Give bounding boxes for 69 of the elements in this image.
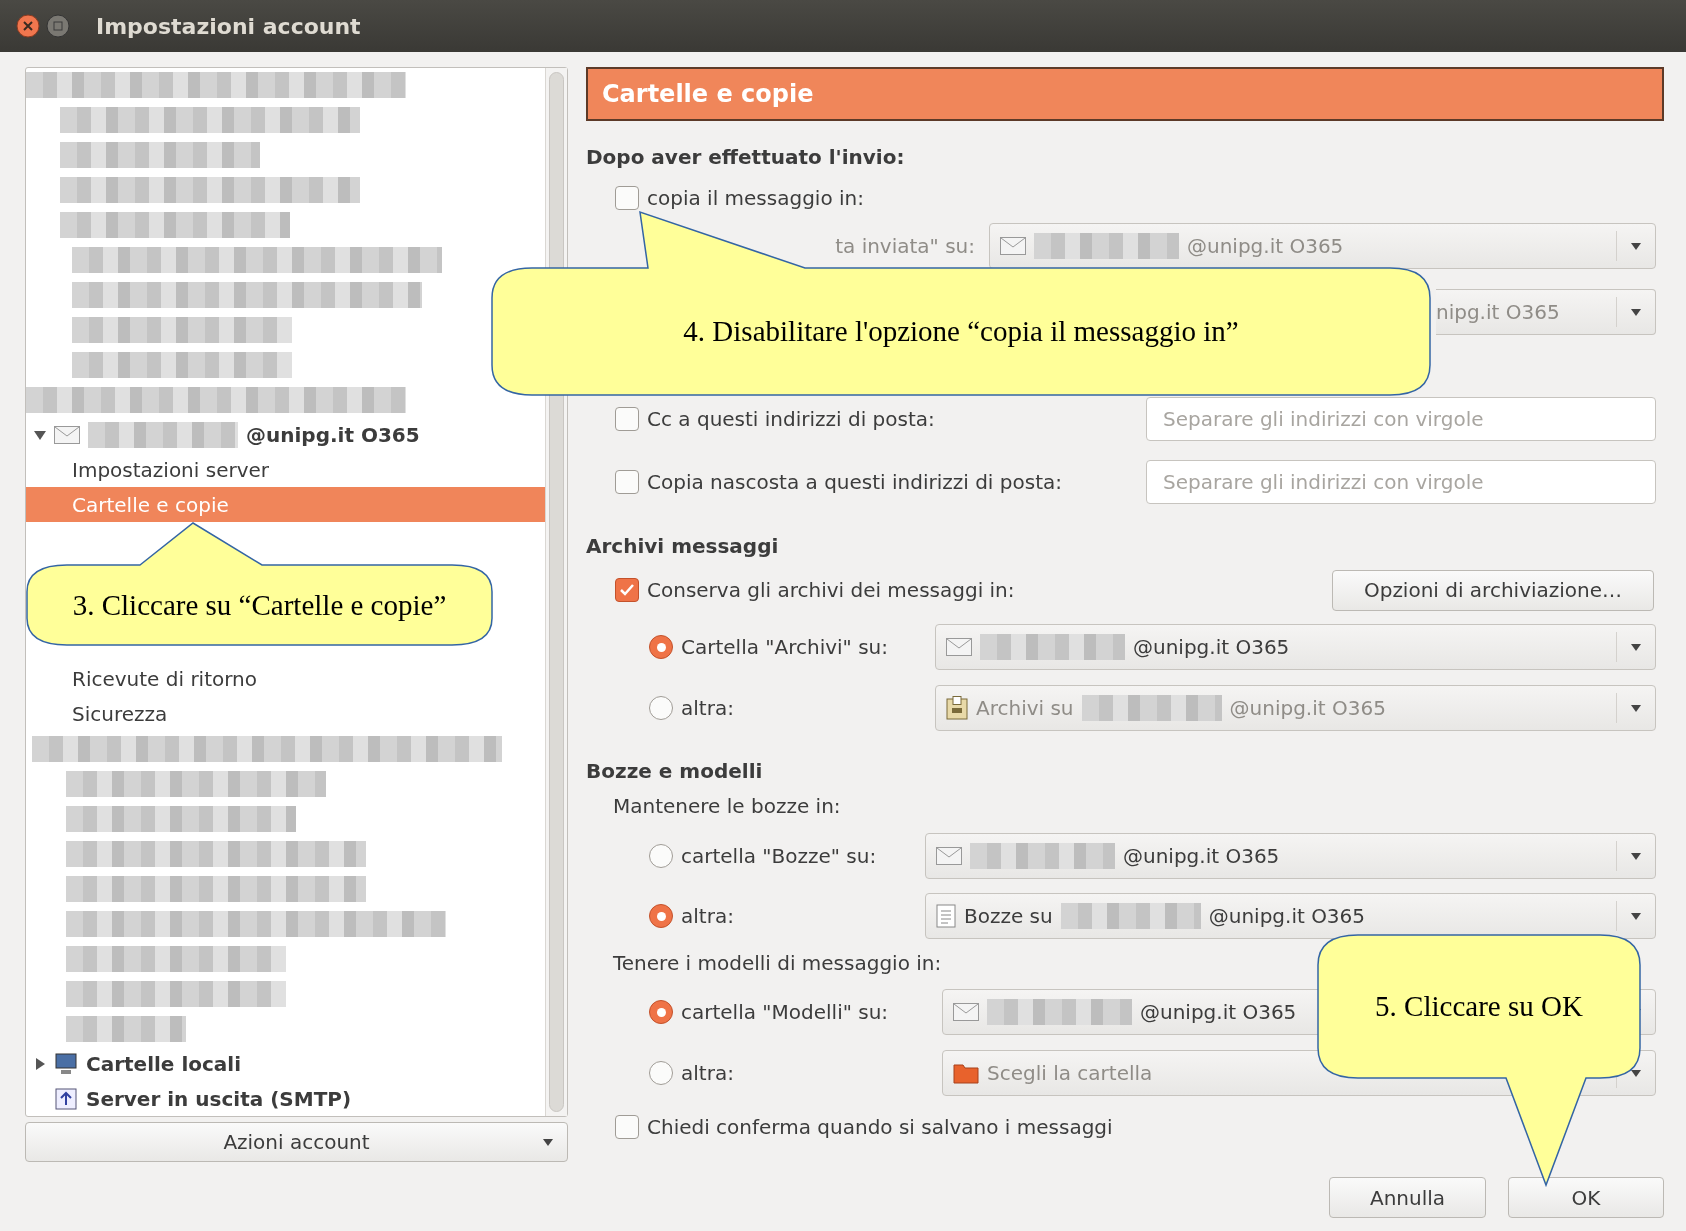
caret-icon bbox=[543, 1139, 553, 1146]
checkbox[interactable] bbox=[615, 407, 639, 431]
envelope-icon bbox=[946, 638, 972, 656]
folder-icon bbox=[953, 1062, 979, 1084]
expander-icon[interactable] bbox=[34, 1057, 46, 1070]
checkbox-label: Copia nascosta a questi indirizzi di posta: bbox=[647, 470, 1062, 494]
checkbox[interactable] bbox=[615, 186, 639, 210]
radio-label: Cartella "Archivi" su: bbox=[681, 635, 888, 659]
group-label: Tenere i modelli di messaggio in: bbox=[613, 951, 942, 975]
radio-button[interactable] bbox=[649, 904, 673, 928]
field-label: ta inviata" su: bbox=[834, 234, 976, 258]
input-field[interactable]: Separare gli indirizzi con virgole bbox=[1146, 460, 1656, 504]
archive-box-icon bbox=[946, 696, 968, 720]
dropdown[interactable]: @unipg.it O365 bbox=[925, 833, 1656, 879]
window-title: Impostazioni account bbox=[96, 13, 361, 39]
callout-text: 5. Cliccare su OK bbox=[1375, 990, 1583, 1023]
checkbox-label: Conserva gli archivi dei messaggi in: bbox=[647, 578, 1015, 602]
caret-icon bbox=[1631, 242, 1641, 250]
account-actions-button[interactable]: Azioni account bbox=[25, 1122, 568, 1162]
ok-button[interactable]: OK bbox=[1508, 1177, 1664, 1218]
group-label: Mantenere le bozze in: bbox=[613, 794, 841, 818]
checkbox[interactable] bbox=[615, 1115, 639, 1139]
upload-icon bbox=[54, 1086, 78, 1111]
sidebar-item[interactable]: Impostazioni server bbox=[26, 452, 545, 488]
envelope-icon bbox=[953, 1003, 979, 1021]
caret-icon bbox=[1631, 852, 1641, 860]
section-heading: Dopo aver effettuato l'invio: bbox=[586, 145, 905, 169]
radio-label: altra: bbox=[681, 1061, 734, 1085]
caret-icon bbox=[1631, 704, 1641, 712]
radio-button[interactable] bbox=[649, 844, 673, 868]
radio-button[interactable] bbox=[649, 635, 673, 659]
sidebar-item[interactable]: Sicurezza bbox=[26, 696, 545, 732]
computer-icon bbox=[54, 1051, 78, 1076]
tree-item[interactable]: Server in uscita (SMTP) bbox=[26, 1081, 545, 1117]
dropdown[interactable]: @unipg.it O365 bbox=[935, 624, 1656, 670]
tree-item[interactable]: Cartelle locali bbox=[26, 1046, 545, 1082]
callout-text: 3. Cliccare su “Cartelle e copie” bbox=[72, 588, 447, 622]
checkbox-label: copia il messaggio in: bbox=[647, 186, 864, 210]
expander-icon[interactable] bbox=[34, 428, 46, 441]
section-heading: Archivi messaggi bbox=[586, 534, 779, 558]
callout-text: 4. Disabilitare l'opzione “copia il messaggio in” bbox=[683, 315, 1239, 348]
tree-item[interactable]: @unipg.it O365 bbox=[26, 417, 545, 453]
checkbox-label: Chiedi conferma quando si salvano i messaggi bbox=[647, 1115, 1113, 1139]
sidebar-item[interactable]: Ricevute di ritorno bbox=[26, 661, 545, 697]
envelope-icon bbox=[1000, 237, 1026, 255]
radio-button[interactable] bbox=[649, 1000, 673, 1024]
close-icon[interactable] bbox=[16, 14, 40, 38]
section-heading: Bozze e modelli bbox=[586, 759, 763, 783]
radio-label: altra: bbox=[681, 904, 734, 928]
checkmark-icon bbox=[619, 583, 635, 597]
input-field[interactable]: Separare gli indirizzi con virgole bbox=[1146, 397, 1656, 441]
document-icon bbox=[936, 904, 956, 928]
caret-icon bbox=[1631, 308, 1641, 316]
envelope-icon bbox=[54, 425, 80, 444]
caret-icon bbox=[1631, 643, 1641, 651]
caret-icon bbox=[1631, 1069, 1641, 1077]
radio-label: cartella "Bozze" su: bbox=[681, 844, 877, 868]
page-header: Cartelle e copie bbox=[586, 67, 1664, 121]
checkbox[interactable] bbox=[615, 578, 639, 602]
minimize-icon[interactable] bbox=[46, 14, 70, 38]
caret-icon bbox=[1631, 912, 1641, 920]
radio-label: cartella "Modelli" su: bbox=[681, 1000, 889, 1024]
cancel-button[interactable]: Annulla bbox=[1329, 1177, 1486, 1218]
envelope-icon bbox=[936, 847, 962, 865]
dropdown[interactable]: Bozze su @unipg.it O365 bbox=[925, 893, 1656, 939]
archive-options-button[interactable]: Opzioni di archiviazione… bbox=[1332, 569, 1654, 611]
checkbox-label: Cc a questi indirizzi di posta: bbox=[647, 407, 935, 431]
radio-label: altra: bbox=[681, 696, 734, 720]
checkbox[interactable] bbox=[615, 470, 639, 494]
